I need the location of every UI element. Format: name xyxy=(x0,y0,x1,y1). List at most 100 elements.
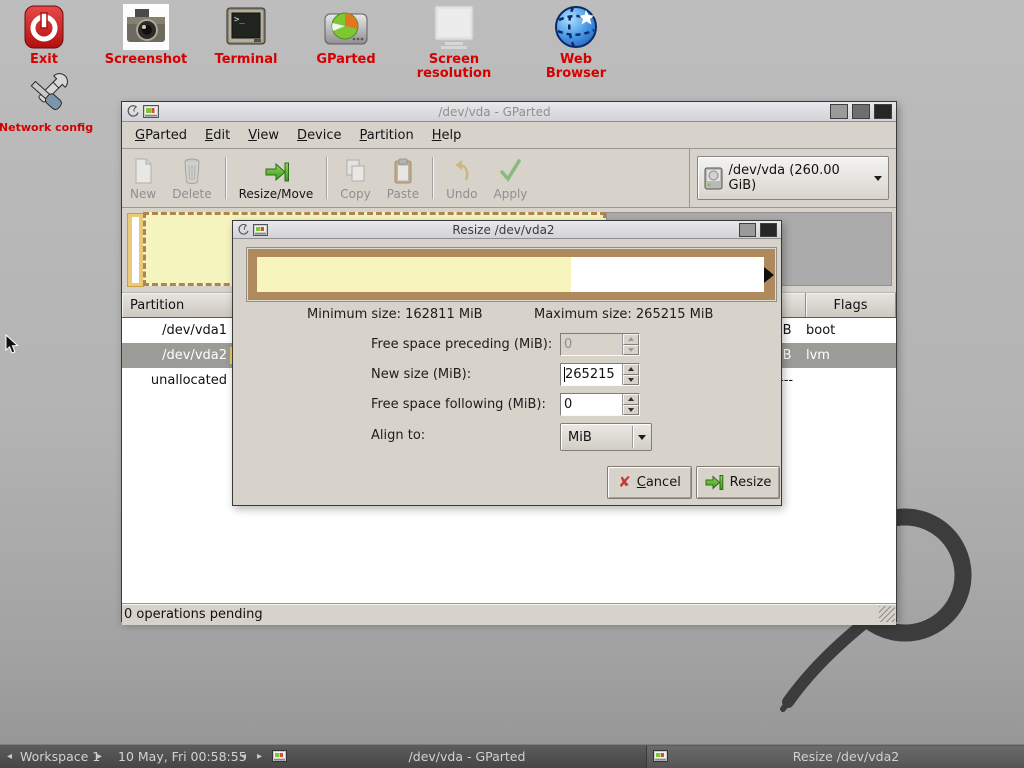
menu-gparted[interactable]: GParted xyxy=(126,124,196,147)
partition-vda1-box[interactable] xyxy=(127,213,144,287)
menu-device[interactable]: Device xyxy=(288,124,350,147)
close-button[interactable] xyxy=(760,223,777,237)
resize-grip[interactable] xyxy=(879,606,895,622)
desktop-icon-label: Exit xyxy=(0,53,92,67)
menu-view[interactable]: View xyxy=(239,124,288,147)
statusbar: 0 operations pending xyxy=(122,603,896,625)
resize-dialog: Resize /dev/vda2 Minimum size: 162811 Mi… xyxy=(232,220,782,506)
taskbar-task-resize-dialog[interactable]: Resize /dev/vda2 xyxy=(672,745,1020,768)
new-size-label: New size (MiB): xyxy=(371,367,561,382)
toolbar-separator xyxy=(225,157,226,199)
gparted-app-icon xyxy=(253,224,268,236)
minimize-button[interactable] xyxy=(830,104,848,119)
desktop: Exit Screenshot >_ Terminal xyxy=(0,0,1024,768)
desktop-icon-web-browser[interactable]: Web Browser xyxy=(528,2,624,81)
dialog-titlebar[interactable]: Resize /dev/vda2 xyxy=(233,221,781,239)
resize-right-handle[interactable] xyxy=(764,267,774,283)
workspace-prev-icon[interactable]: ◂ xyxy=(7,745,12,768)
align-to-label: Align to: xyxy=(371,428,561,443)
new-button[interactable]: New xyxy=(122,149,164,207)
workspace-label: Workspace 1 xyxy=(20,745,100,768)
resize-slider-used xyxy=(257,257,571,292)
pending-operations: 0 operations pending xyxy=(124,607,263,622)
cancel-button[interactable]: ✘ Cancel xyxy=(607,466,692,499)
resize-slider[interactable] xyxy=(246,247,777,302)
mouse-cursor xyxy=(5,334,19,355)
toolbar-separator xyxy=(326,157,327,199)
device-selector[interactable]: /dev/vda (260.00 GiB) xyxy=(697,156,889,200)
chevron-down-icon xyxy=(638,435,646,440)
dialog-title: Resize /dev/vda2 xyxy=(272,223,735,237)
debian-swirl-icon xyxy=(126,104,139,119)
maximum-size-label: Maximum size: 265215 MiB xyxy=(534,307,713,322)
gparted-task-icon xyxy=(272,745,287,768)
resize-arrow-icon xyxy=(263,160,289,184)
device-selector-label: /dev/vda (260.00 GiB) xyxy=(729,163,868,193)
minimum-size-label: Minimum size: 162811 MiB xyxy=(307,307,483,322)
col-partition[interactable]: Partition xyxy=(122,293,234,317)
gparted-titlebar[interactable]: /dev/vda - GParted xyxy=(122,102,896,122)
desktop-icon-label: Terminal xyxy=(198,53,294,67)
col-size-tail xyxy=(781,293,806,317)
desktop-icon-label: Screenshot xyxy=(98,53,194,67)
copy-button[interactable]: Copy xyxy=(332,149,378,207)
workspace-next-icon[interactable]: ▸ xyxy=(97,745,102,768)
hard-drive-icon xyxy=(704,167,723,190)
monitor-icon xyxy=(406,2,502,50)
task-next-icon[interactable]: ▸ xyxy=(257,745,262,768)
new-size-spinbox[interactable]: 265215 xyxy=(560,363,640,386)
paste-button[interactable]: Paste xyxy=(379,149,427,207)
task-prev-icon[interactable]: ◂ xyxy=(241,745,246,768)
spin-up-button[interactable] xyxy=(623,334,639,345)
gparted-disk-icon xyxy=(298,2,394,50)
free-space-preceding-label: Free space preceding (MiB): xyxy=(371,337,561,352)
toolbar: New Delete Resize/Move Copy Paste xyxy=(122,149,896,208)
power-icon xyxy=(0,2,92,50)
spin-down-button[interactable] xyxy=(623,345,639,356)
tools-icon xyxy=(0,70,94,118)
desktop-icon-label: Screen resolution xyxy=(406,53,502,81)
menu-help[interactable]: Help xyxy=(423,124,471,147)
desktop-icon-exit[interactable]: Exit xyxy=(0,2,92,67)
terminal-icon: >_ xyxy=(198,2,294,50)
free-space-following-spinbox[interactable]: 0 xyxy=(560,393,640,416)
resize-move-button[interactable]: Resize/Move xyxy=(231,149,322,207)
menu-edit[interactable]: Edit xyxy=(196,124,239,147)
taskbar-task-gparted[interactable]: /dev/vda - GParted xyxy=(292,745,642,768)
svg-text:>_: >_ xyxy=(234,15,245,25)
maximize-button[interactable] xyxy=(739,223,756,237)
close-button[interactable] xyxy=(874,104,892,119)
taskbar: ◂ Workspace 1 ▸ 10 May, Fri 00:58:55 ◂ ▸… xyxy=(0,744,1024,768)
desktop-icon-screenshot[interactable]: Screenshot xyxy=(98,2,194,67)
spin-down-button[interactable] xyxy=(623,375,639,386)
desktop-icon-network-config[interactable]: Network config xyxy=(0,70,94,135)
debian-swirl-icon xyxy=(237,223,249,237)
paste-clipboard-icon xyxy=(393,158,413,184)
spin-down-button[interactable] xyxy=(623,405,639,416)
desktop-icon-terminal[interactable]: >_ Terminal xyxy=(198,2,294,67)
window-title: /dev/vda - GParted xyxy=(163,105,826,119)
gparted-app-icon xyxy=(143,105,159,118)
delete-button[interactable]: Delete xyxy=(164,149,219,207)
globe-icon xyxy=(528,2,624,50)
cancel-x-icon: ✘ xyxy=(618,475,631,490)
menu-partition[interactable]: Partition xyxy=(351,124,423,147)
undo-arrow-icon xyxy=(452,158,472,184)
clock: 10 May, Fri 00:58:55 xyxy=(118,745,247,768)
apply-button[interactable]: Apply xyxy=(486,149,536,207)
undo-button[interactable]: Undo xyxy=(438,149,485,207)
copy-icon xyxy=(345,158,367,184)
desktop-icon-gparted[interactable]: GParted xyxy=(298,2,394,67)
spin-up-button[interactable] xyxy=(623,394,639,405)
col-flags[interactable]: Flags xyxy=(806,293,896,317)
desktop-icon-screen-resolution[interactable]: Screen resolution xyxy=(406,2,502,81)
resize-button[interactable]: Resize xyxy=(696,466,780,499)
align-to-dropdown[interactable]: MiB xyxy=(560,423,652,451)
spin-up-button[interactable] xyxy=(623,364,639,375)
maximize-button[interactable] xyxy=(852,104,870,119)
desktop-icon-label: GParted xyxy=(298,53,394,67)
gparted-task-icon xyxy=(653,745,668,768)
free-space-preceding-spinbox[interactable]: 0 xyxy=(560,333,640,356)
new-page-icon xyxy=(133,158,153,184)
toolbar-separator xyxy=(432,157,433,199)
